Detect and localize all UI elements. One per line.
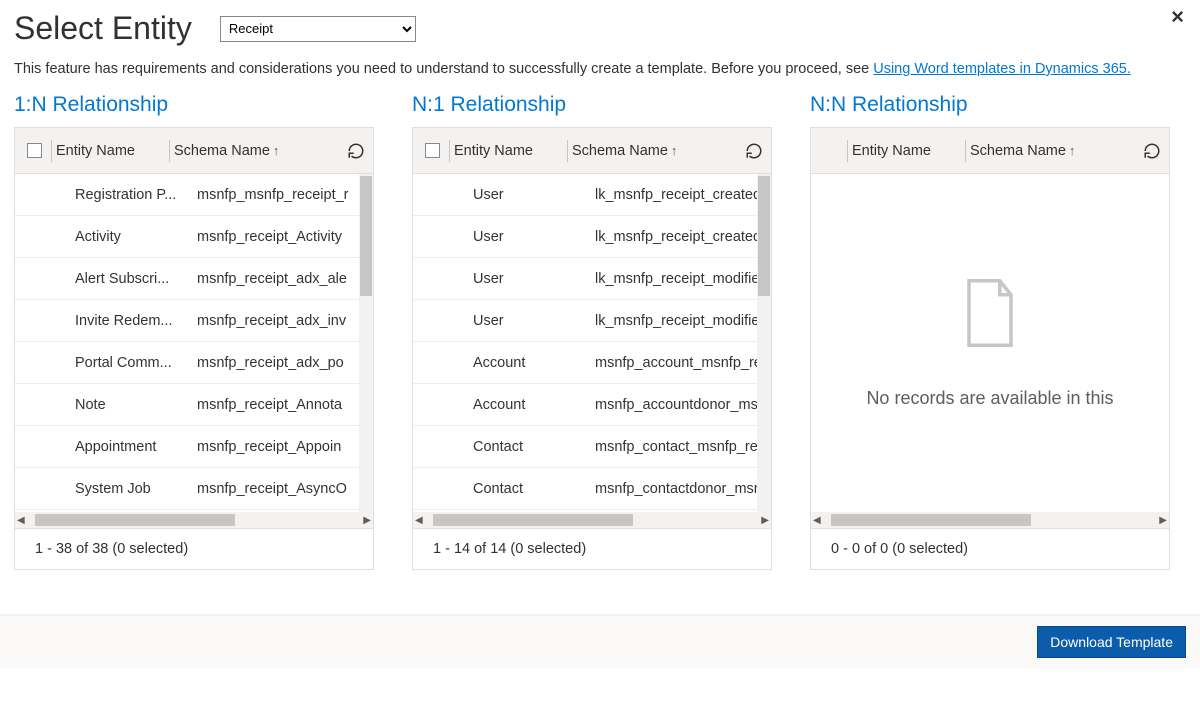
panel-footer: 1 - 38 of 38 (0 selected) [15, 528, 373, 569]
cell-schema-name: msnfp_accountdonor_ms [593, 397, 771, 413]
cell-schema-name: msnfp_contactdonor_msr [593, 481, 771, 497]
cell-entity-name: Invite Redem... [75, 313, 195, 329]
table-row[interactable]: Userlk_msnfp_receipt_modifie [413, 258, 771, 300]
table-row[interactable]: Notemsnfp_receipt_Annota [15, 384, 373, 426]
cell-entity-name: Contact [473, 481, 593, 497]
table-row[interactable]: Userlk_msnfp_receipt_modifie [413, 300, 771, 342]
refresh-icon[interactable] [743, 140, 765, 162]
cell-entity-name: System Job [75, 481, 195, 497]
panel-footer: 0 - 0 of 0 (0 selected) [811, 528, 1169, 569]
empty-state: No records are available in this [811, 174, 1169, 512]
select-all-checkbox[interactable] [27, 143, 42, 158]
cell-entity-name: Appointment [75, 439, 195, 455]
cell-entity-name: User [473, 271, 593, 287]
scrollbar-horizontal[interactable]: ◀▶ [15, 512, 373, 528]
table-row[interactable]: Appointmentmsnfp_receipt_Appoin [15, 426, 373, 468]
cell-entity-name: Account [473, 397, 593, 413]
cell-schema-name: lk_msnfp_receipt_created [593, 187, 771, 203]
panel-n-n: N:N Relationship Entity Name Schema Name… [810, 93, 1170, 570]
intro-link[interactable]: Using Word templates in Dynamics 365. [873, 61, 1131, 77]
panel-one-n: 1:N Relationship Entity Name Schema Name… [14, 93, 374, 570]
table-row[interactable]: Alert Subscri...msnfp_receipt_adx_ale [15, 258, 373, 300]
cell-schema-name: msnfp_contact_msnfp_re [593, 439, 771, 455]
cell-entity-name: Portal Comm... [75, 355, 195, 371]
col-schema-name[interactable]: Schema Name↑ [567, 140, 705, 162]
sort-asc-icon: ↑ [273, 143, 280, 158]
panel-title-n-one: N:1 Relationship [412, 93, 772, 117]
cell-entity-name: Account [473, 355, 593, 371]
cell-entity-name: Activity [75, 229, 195, 245]
panel-footer: 1 - 14 of 14 (0 selected) [413, 528, 771, 569]
cell-entity-name: Contact [473, 439, 593, 455]
close-icon[interactable]: × [1165, 2, 1190, 32]
cell-schema-name: msnfp_account_msnfp_re [593, 355, 771, 371]
refresh-icon[interactable] [345, 140, 367, 162]
cell-schema-name: msnfp_receipt_Annota [195, 397, 373, 413]
sort-asc-icon: ↑ [1069, 143, 1076, 158]
table-row[interactable]: Invite Redem...msnfp_receipt_adx_inv [15, 300, 373, 342]
table-row[interactable]: System Jobmsnfp_receipt_AsyncO [15, 468, 373, 510]
cell-schema-name: lk_msnfp_receipt_modifie [593, 271, 771, 287]
table-row[interactable]: Userlk_msnfp_receipt_created [413, 174, 771, 216]
panel-n-one: N:1 Relationship Entity Name Schema Name… [412, 93, 772, 570]
cell-schema-name: lk_msnfp_receipt_created [593, 229, 771, 245]
cell-schema-name: msnfp_msnfp_receipt_r [195, 187, 373, 203]
col-entity-name[interactable]: Entity Name [847, 140, 965, 162]
cell-schema-name: lk_msnfp_receipt_modifie [593, 313, 771, 329]
cell-schema-name: msnfp_receipt_adx_po [195, 355, 373, 371]
col-schema-name[interactable]: Schema Name↑ [965, 140, 1103, 162]
scrollbar-vertical[interactable] [757, 174, 771, 512]
col-schema-name[interactable]: Schema Name↑ [169, 140, 307, 162]
table-row[interactable]: Accountmsnfp_account_msnfp_re [413, 342, 771, 384]
cell-entity-name: User [473, 313, 593, 329]
table-row[interactable]: Contactmsnfp_contactdonor_msr [413, 468, 771, 510]
table-row[interactable]: Contactmsnfp_contact_msnfp_re [413, 426, 771, 468]
col-entity-name[interactable]: Entity Name [449, 140, 567, 162]
file-icon [961, 278, 1019, 348]
table-row[interactable]: Activitymsnfp_receipt_Activity [15, 216, 373, 258]
scrollbar-horizontal[interactable]: ◀▶ [811, 512, 1169, 528]
intro-text: This feature has requirements and consid… [14, 61, 1186, 77]
cell-entity-name: Alert Subscri... [75, 271, 195, 287]
download-template-button[interactable]: Download Template [1037, 626, 1186, 658]
cell-schema-name: msnfp_receipt_adx_inv [195, 313, 373, 329]
entity-select[interactable]: Receipt [220, 16, 416, 42]
sort-asc-icon: ↑ [671, 143, 678, 158]
cell-schema-name: msnfp_receipt_Activity [195, 229, 373, 245]
table-row[interactable]: Registration P...msnfp_msnfp_receipt_r [15, 174, 373, 216]
cell-schema-name: msnfp_receipt_AsyncO [195, 481, 373, 497]
cell-entity-name: Registration P... [75, 187, 195, 203]
cell-entity-name: User [473, 187, 593, 203]
panel-title-n-n: N:N Relationship [810, 93, 1170, 117]
col-entity-name[interactable]: Entity Name [51, 140, 169, 162]
table-row[interactable]: Accountmsnfp_accountdonor_ms [413, 384, 771, 426]
cell-schema-name: msnfp_receipt_Appoin [195, 439, 373, 455]
panel-title-one-n: 1:N Relationship [14, 93, 374, 117]
page-title: Select Entity [14, 10, 192, 47]
cell-schema-name: msnfp_receipt_adx_ale [195, 271, 373, 287]
scrollbar-vertical[interactable] [359, 174, 373, 512]
cell-entity-name: Note [75, 397, 195, 413]
scrollbar-horizontal[interactable]: ◀▶ [413, 512, 771, 528]
table-row[interactable]: Userlk_msnfp_receipt_created [413, 216, 771, 258]
cell-entity-name: User [473, 229, 593, 245]
table-row[interactable]: Portal Comm...msnfp_receipt_adx_po [15, 342, 373, 384]
refresh-icon[interactable] [1141, 140, 1163, 162]
select-all-checkbox[interactable] [425, 143, 440, 158]
